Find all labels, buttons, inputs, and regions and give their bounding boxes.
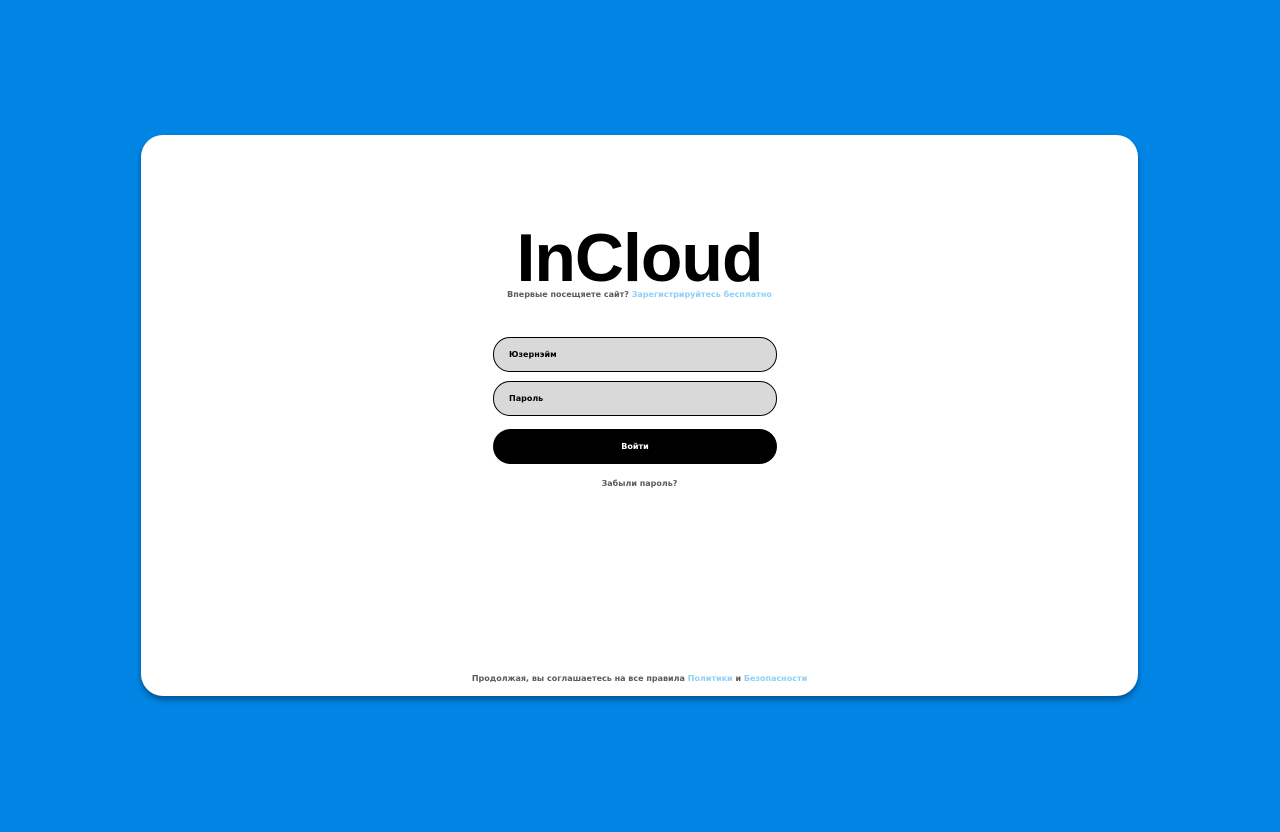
- terms-footer: Продолжая, вы соглашаетесь на все правил…: [141, 674, 1138, 683]
- signup-prompt-line: Впервые посещяете сайт? Зарегистрируйтес…: [141, 290, 1138, 299]
- username-input[interactable]: [494, 338, 776, 371]
- brand-logo: InCloud: [516, 220, 763, 296]
- policy-link[interactable]: Политики: [688, 674, 733, 683]
- signup-prompt-text: Впервые посещяете сайт?: [507, 290, 629, 299]
- password-input[interactable]: [494, 382, 776, 415]
- login-card: InCloud Впервые посещяете сайт? Зарегист…: [141, 135, 1138, 696]
- forgot-password-row: Забыли пароль?: [141, 479, 1138, 488]
- forgot-password-link[interactable]: Забыли пароль?: [602, 479, 678, 488]
- signup-link[interactable]: Зарегистрируйтесь бесплатно: [632, 290, 772, 299]
- terms-conjunction: и: [735, 674, 742, 683]
- username-field-wrapper: [493, 337, 777, 372]
- terms-prefix-text: Продолжая, вы соглашаетесь на все правил…: [471, 674, 685, 683]
- password-field-wrapper: [493, 381, 777, 416]
- login-button[interactable]: Войти: [493, 429, 777, 464]
- security-link[interactable]: Безопасности: [744, 674, 807, 683]
